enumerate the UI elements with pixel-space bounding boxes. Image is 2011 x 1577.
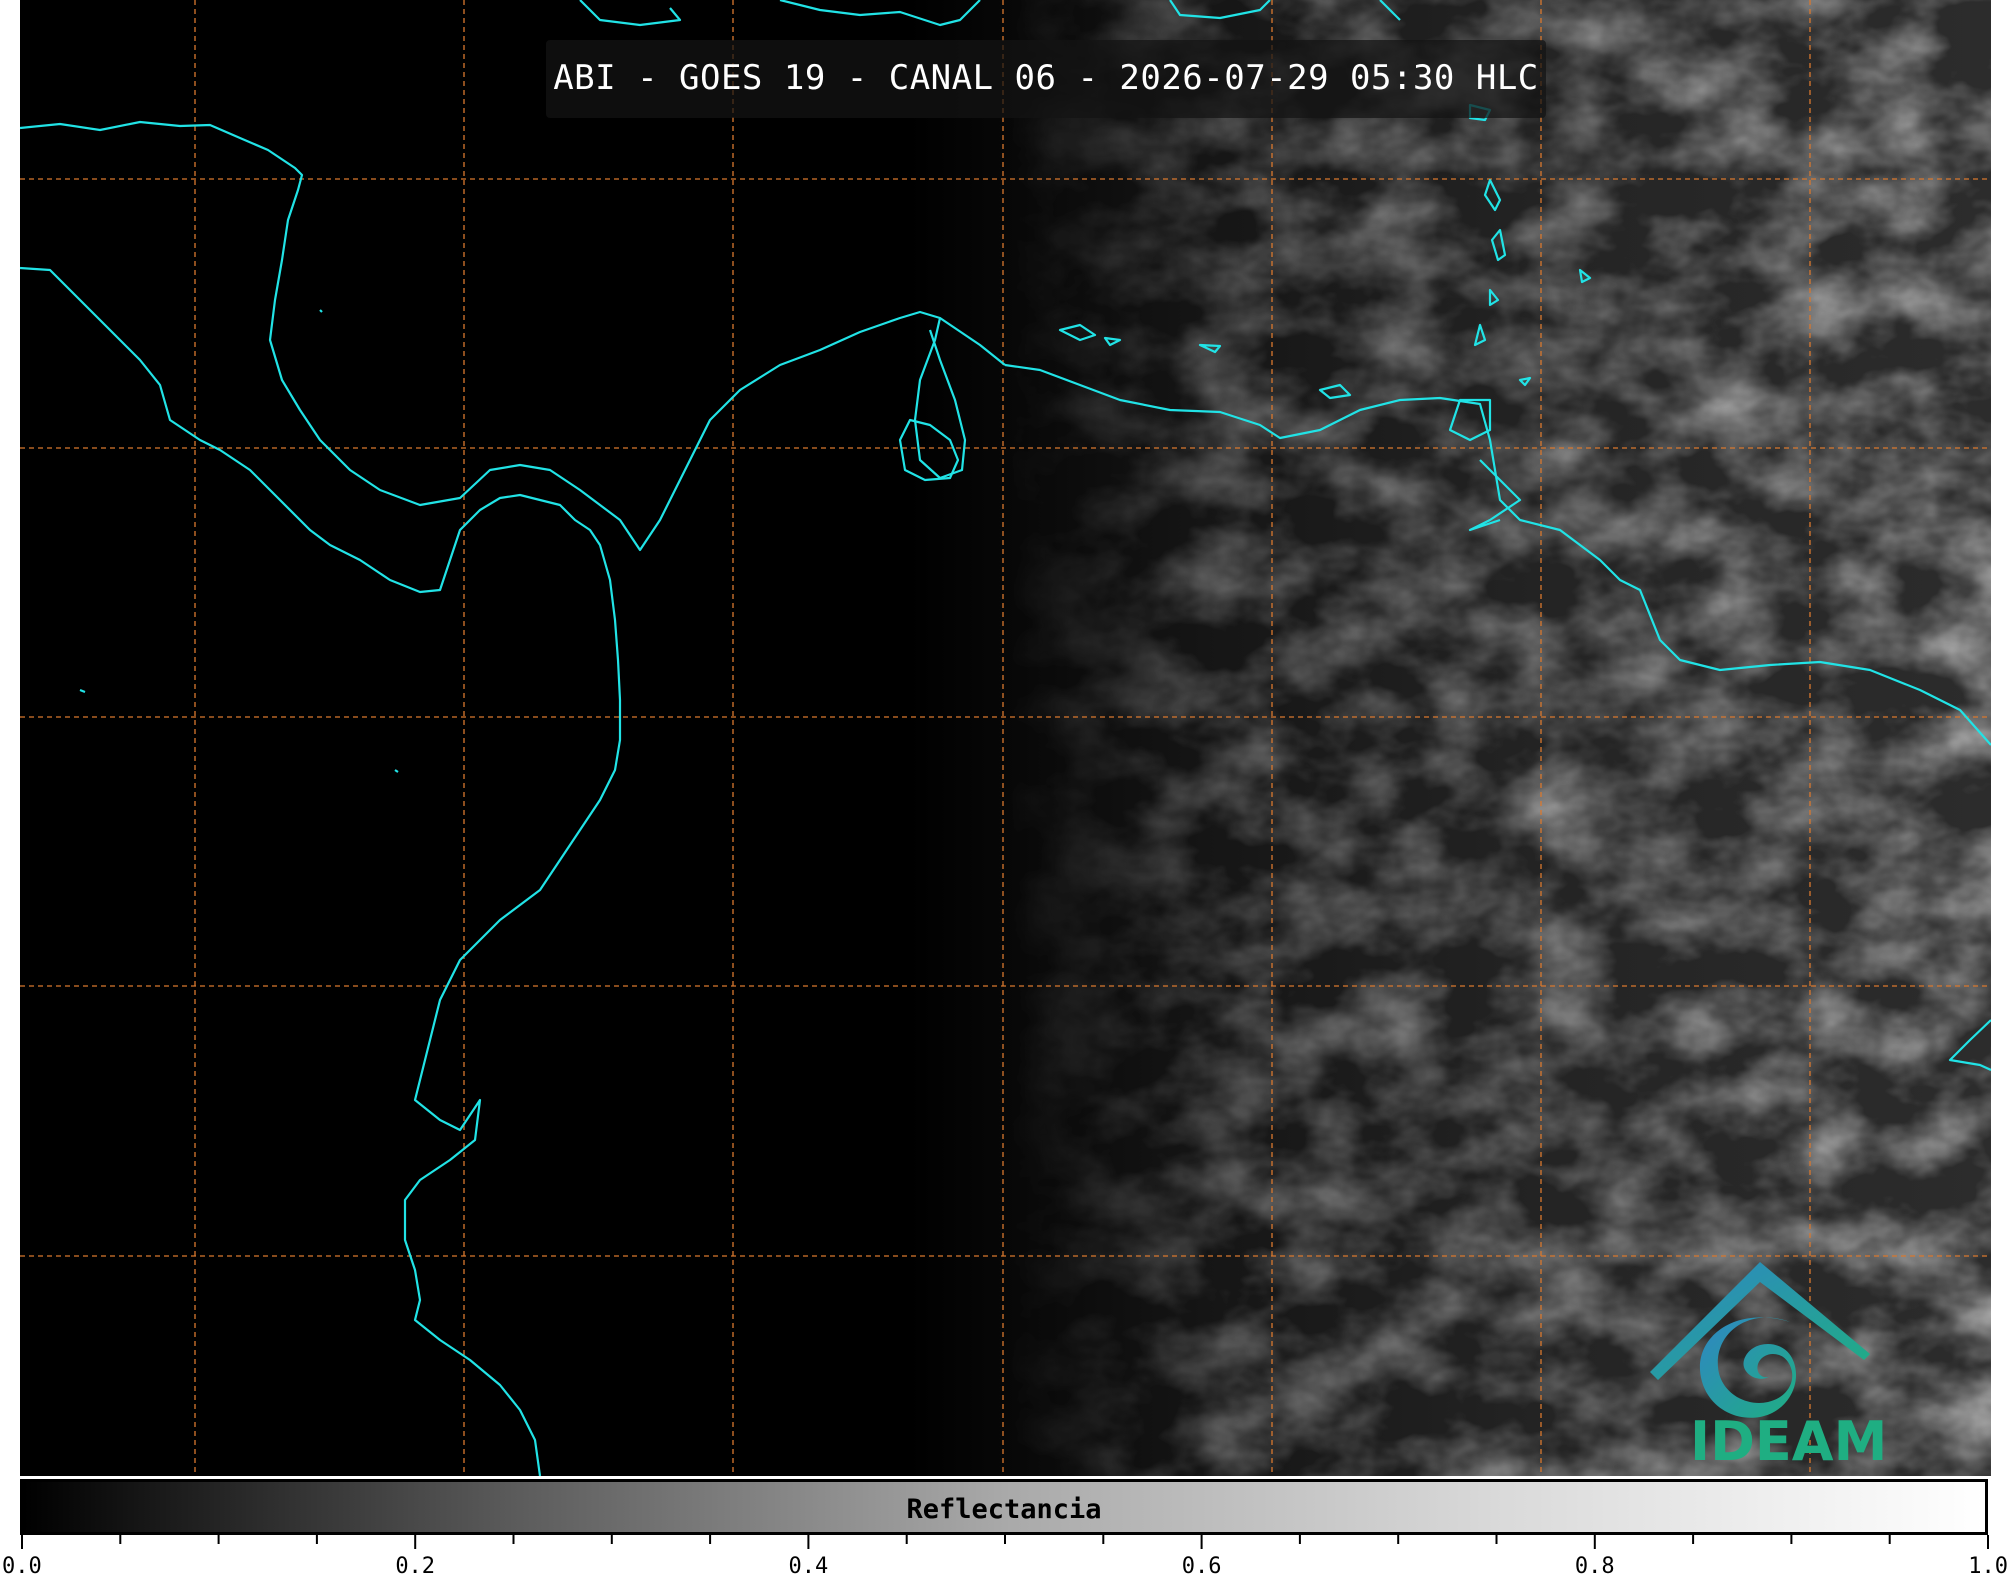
- colorbar-tick-label: 0.0: [2, 1554, 42, 1577]
- colorbar-ticks: 0.0 0.2 0.4 0.6 0.8 1.0: [2, 1535, 2008, 1577]
- colorbar-tick-label: 0.2: [395, 1554, 435, 1577]
- ideam-logo-text: IDEAM: [1690, 1410, 1888, 1473]
- colorbar: Reflectancia: [20, 1479, 1988, 1535]
- colorbar-label: Reflectancia: [906, 1494, 1102, 1525]
- colorbar-tick-label: 1.0: [1968, 1554, 2008, 1577]
- colorbar-tick-label: 0.4: [789, 1554, 829, 1577]
- title-banner: ABI - GOES 19 - CANAL 06 - 2026-07-29 05…: [546, 40, 1546, 118]
- colorbar-tick-label: 0.6: [1182, 1554, 1222, 1577]
- map-title: ABI - GOES 19 - CANAL 06 - 2026-07-29 05…: [553, 58, 1539, 98]
- colorbar-tick-label: 0.8: [1575, 1554, 1615, 1577]
